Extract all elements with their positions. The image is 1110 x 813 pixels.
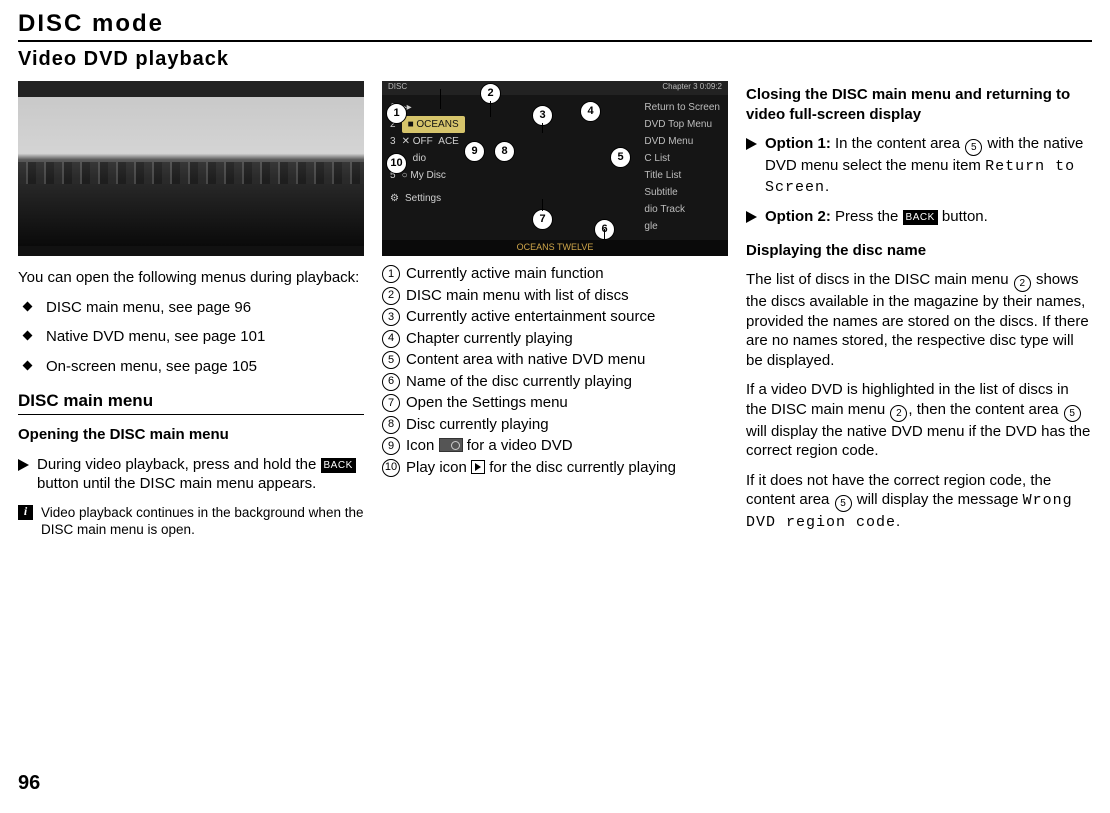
legend-item: Currently active main function — [382, 264, 728, 284]
step-text: During video playback, press and hold th… — [37, 456, 321, 473]
body-text: button. — [938, 208, 988, 225]
step-marker-icon — [18, 459, 29, 471]
footer-bar: OCEANS TWELVE — [382, 240, 728, 256]
column-3: Closing the DISC main menu and returning… — [746, 81, 1092, 543]
callout-4: 4 — [580, 101, 601, 122]
topbar-right: Chapter 3 0:09:2 — [662, 82, 722, 94]
body-text: In the content area — [831, 135, 964, 152]
ref-2-icon: 2 — [890, 405, 907, 422]
ref-5-icon: 5 — [835, 495, 852, 512]
legend-item: Icon for a video DVD — [382, 436, 728, 456]
heading-disc-main-menu: DISC main menu — [18, 390, 364, 412]
info-icon: i — [18, 505, 33, 520]
legend-item: Open the Settings menu — [382, 393, 728, 413]
divider — [18, 40, 1092, 42]
callout-legend: Currently active main function DISC main… — [382, 264, 728, 477]
bullet-item: On-screen menu, see page 105 — [18, 357, 364, 377]
callout-5: 5 — [610, 147, 631, 168]
ref-5-icon: 5 — [1064, 405, 1081, 422]
ref-2-icon: 2 — [1014, 275, 1031, 292]
step-marker-icon — [746, 138, 757, 150]
callout-10: 10 — [386, 153, 407, 174]
option-label: Option 1: — [765, 135, 831, 152]
back-button-icon: BACK — [903, 210, 938, 225]
step-open-menu: During video playback, press and hold th… — [18, 455, 364, 494]
chapter-title: DISC mode — [18, 10, 1092, 38]
legend-item: Name of the disc currently playing — [382, 372, 728, 392]
callout-8: 8 — [494, 141, 515, 162]
callout-7: 7 — [532, 209, 553, 230]
heading-displaying-disc-name: Displaying the disc name — [746, 241, 1092, 261]
annotated-screenshot: DISC Chapter 3 0:09:2 1▸▸ 2■ OCEANS 3✕ O… — [382, 81, 728, 256]
menu-bullets: DISC main menu, see page 96 Native DVD m… — [18, 298, 364, 377]
callout-9: 9 — [464, 141, 485, 162]
column-2: DISC Chapter 3 0:09:2 1▸▸ 2■ OCEANS 3✕ O… — [382, 81, 728, 543]
legend-item: Content area with native DVD menu — [382, 350, 728, 370]
column-1: You can open the following menus during … — [18, 81, 364, 543]
legend-item: Disc currently playing — [382, 415, 728, 435]
step-marker-icon — [746, 211, 757, 223]
step-option-1: Option 1: In the content area 5 with the… — [746, 134, 1092, 197]
callout-1: 1 — [386, 103, 407, 124]
page-number: 96 — [18, 772, 40, 795]
legend-item: Play icon for the disc currently playing — [382, 458, 728, 478]
back-button-icon: BACK — [321, 458, 356, 473]
topbar-left: DISC — [388, 82, 407, 94]
info-note: i Video playback continues in the backgr… — [18, 504, 364, 539]
para-3: If it does not have the correct region c… — [746, 471, 1092, 533]
right-menu: Return to Screen DVD Top Menu DVD Menu C… — [644, 99, 720, 235]
ref-5-icon: 5 — [965, 139, 982, 156]
body-text: Press the — [831, 208, 903, 225]
option-label: Option 2: — [765, 208, 831, 225]
divider — [18, 414, 364, 415]
para-2: If a video DVD is highlighted in the lis… — [746, 380, 1092, 461]
intro-text: You can open the following menus during … — [18, 268, 364, 288]
legend-item: DISC main menu with list of discs — [382, 286, 728, 306]
heading-closing-disc-main-menu: Closing the DISC main menu and returning… — [746, 85, 1092, 124]
bullet-item: Native DVD menu, see page 101 — [18, 327, 364, 347]
legend-item: Chapter currently playing — [382, 329, 728, 349]
step-body: During video playback, press and hold th… — [37, 455, 364, 494]
para-1: The list of discs in the DISC main menu … — [746, 270, 1092, 370]
section-title: Video DVD playback — [18, 48, 1092, 71]
note-text: Video playback continues in the backgrou… — [41, 504, 364, 539]
body-text: . — [825, 178, 829, 195]
playback-screenshot — [18, 81, 364, 256]
bullet-item: DISC main menu, see page 96 — [18, 298, 364, 318]
step-option-2: Option 2: Press the BACK button. — [746, 207, 1092, 227]
step-text: button until the DISC main menu appears. — [37, 475, 316, 492]
dvd-icon — [439, 438, 463, 452]
play-icon — [471, 460, 485, 474]
heading-opening-disc-main-menu: Opening the DISC main menu — [18, 425, 364, 445]
legend-item: Currently active entertainment source — [382, 307, 728, 327]
